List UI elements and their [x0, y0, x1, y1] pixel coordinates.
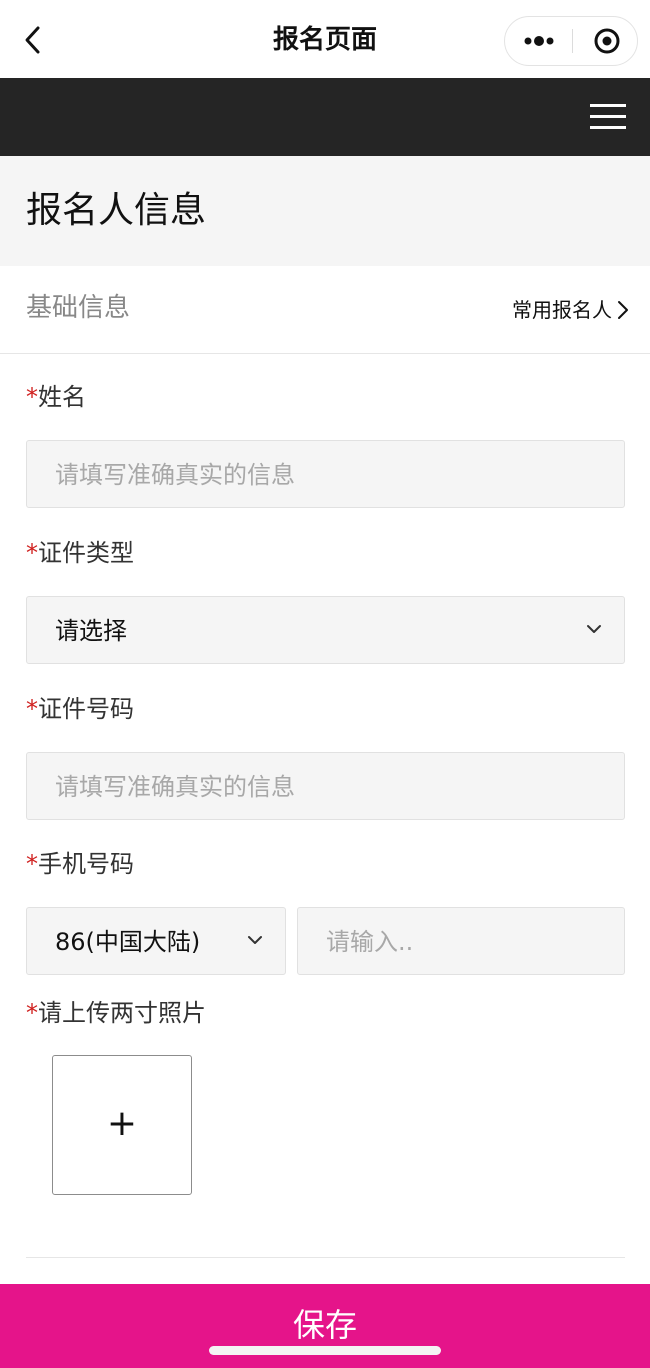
- section-title: 报名人信息: [26, 190, 207, 231]
- photo-upload-button[interactable]: +: [52, 1055, 192, 1195]
- name-input[interactable]: 请填写准确真实的信息: [26, 440, 625, 508]
- name-label-text: 姓名: [38, 383, 86, 411]
- id-number-label-text: 证件号码: [38, 695, 134, 723]
- name-label: *姓名: [26, 380, 86, 414]
- more-button[interactable]: [505, 17, 571, 65]
- id-type-label: *证件类型: [26, 536, 134, 570]
- navigation-bar: 报名页面: [0, 0, 650, 78]
- name-placeholder: 请填写准确真实的信息: [55, 461, 295, 489]
- home-indicator: [209, 1346, 441, 1355]
- target-circle-icon: [594, 28, 620, 54]
- site-header-bar: [0, 78, 650, 156]
- common-registrants-label: 常用报名人: [512, 298, 612, 322]
- phone-label: *手机号码: [26, 847, 134, 881]
- phone-placeholder: 请输入..: [326, 928, 414, 956]
- chevron-right-icon: [618, 301, 628, 319]
- required-mark: *: [26, 539, 38, 567]
- required-mark: *: [26, 850, 38, 878]
- plus-icon: +: [106, 1103, 138, 1144]
- save-button-label: 保存: [292, 1306, 357, 1344]
- more-dots-icon: [524, 36, 554, 46]
- capsule-divider: [572, 29, 573, 53]
- phone-input[interactable]: 请输入..: [297, 907, 625, 975]
- required-mark: *: [26, 383, 38, 411]
- required-mark: *: [26, 695, 38, 723]
- basic-info-label: 基础信息: [26, 293, 131, 323]
- id-number-label: *证件号码: [26, 692, 134, 726]
- hamburger-menu-icon: [590, 104, 626, 129]
- section-header: 报名人信息: [0, 156, 650, 266]
- common-registrants-link[interactable]: 常用报名人: [512, 294, 630, 326]
- country-code-select[interactable]: 86(中国大陆): [26, 907, 286, 975]
- id-number-placeholder: 请填写准确真实的信息: [55, 773, 295, 801]
- mini-program-capsule: [504, 16, 638, 66]
- country-code-value: 86(中国大陆): [55, 928, 201, 956]
- divider: [26, 1257, 625, 1258]
- id-type-value: 请选择: [55, 617, 127, 645]
- id-type-label-text: 证件类型: [38, 539, 134, 567]
- chevron-left-icon: [25, 26, 40, 54]
- required-mark: *: [26, 999, 38, 1027]
- id-number-input[interactable]: 请填写准确真实的信息: [26, 752, 625, 820]
- photo-label: *请上传两寸照片: [26, 996, 206, 1030]
- phone-label-text: 手机号码: [38, 850, 134, 878]
- id-type-select[interactable]: 请选择: [26, 596, 625, 664]
- menu-button[interactable]: [586, 100, 630, 134]
- photo-label-text: 请上传两寸照片: [38, 999, 206, 1027]
- close-button[interactable]: [575, 17, 639, 65]
- chevron-down-icon: [587, 625, 601, 633]
- save-button[interactable]: 保存: [0, 1284, 650, 1368]
- chevron-down-icon: [248, 936, 262, 944]
- back-button[interactable]: [18, 20, 50, 60]
- basic-info-row: 基础信息 常用报名人: [0, 266, 650, 354]
